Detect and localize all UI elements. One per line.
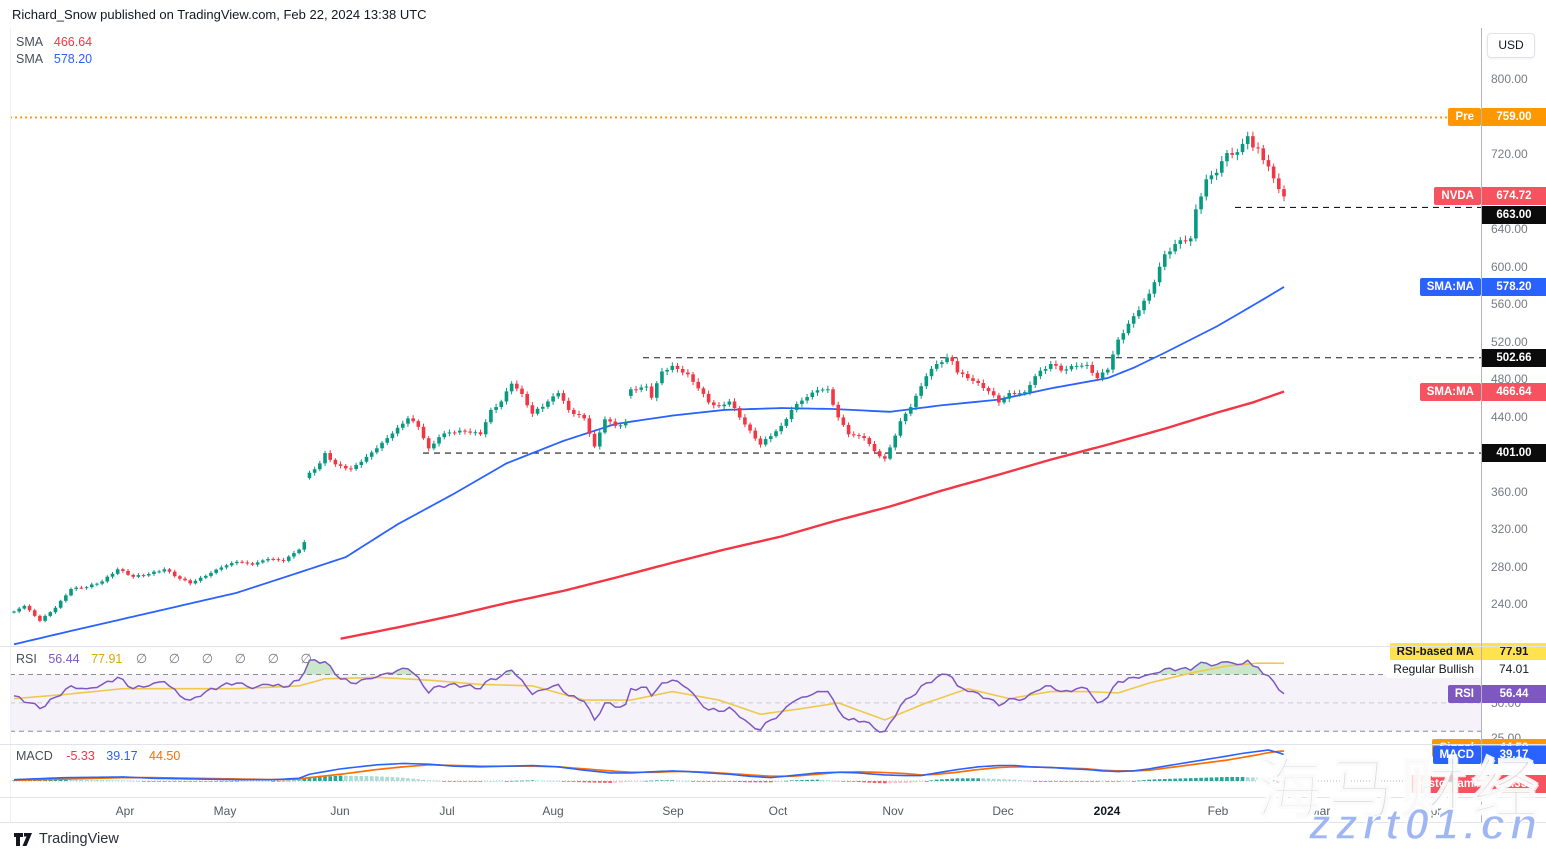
time-axis-label-dec[interactable]: Dec (992, 804, 1013, 818)
macd-signal-value: 44.50 (149, 749, 180, 763)
rsi-legend-label: RSI (16, 652, 37, 666)
axis-label-chip-sma-slow: SMA:MA (1420, 383, 1481, 401)
macd-hist-value: -5.33 (66, 749, 95, 763)
rsi-empty-values: ∅ ∅ ∅ ∅ ∅ ∅ (136, 651, 321, 666)
tradingview-brand-label: TradingView (39, 831, 119, 847)
time-axis-label-apr[interactable]: Apr (116, 804, 135, 818)
time-axis-label-oct[interactable]: Oct (769, 804, 788, 818)
price-tick: 520.00 (1491, 335, 1528, 349)
time-axis-label-nov[interactable]: Nov (882, 804, 903, 818)
axis-label-chip-divergence: Regular Bullish (1386, 660, 1481, 678)
sma-legend-row-1[interactable]: SMA 466.64 (16, 35, 92, 49)
sma-legend-value: 466.64 (54, 35, 92, 49)
time-axis-label-sep[interactable]: Sep (662, 804, 683, 818)
axis-label-chip-nvda: NVDA (1434, 187, 1481, 205)
price-tick: 320.00 (1491, 522, 1528, 536)
price-tick: 560.00 (1491, 297, 1528, 311)
axis-label-chip-rsi: RSI (1448, 685, 1481, 703)
publish-header: Richard_Snow published on TradingView.co… (12, 7, 427, 22)
axis-value-chip-level-401: 401.00 (1482, 444, 1546, 462)
sma-legend-value: 578.20 (54, 52, 92, 66)
axis-value-chip-nvda: 674.72 (1482, 187, 1546, 205)
sma-legend-label: SMA (16, 52, 42, 66)
axis-label-chip-sma-fast: SMA:MA (1420, 278, 1481, 296)
rsi-value: 56.44 (48, 652, 79, 666)
macd-legend-label: MACD (16, 749, 53, 763)
time-axis-label-may[interactable]: May (214, 804, 237, 818)
chart-canvas[interactable] (0, 0, 1546, 857)
pane-divider-rsi[interactable] (0, 646, 1546, 647)
time-axis-label-jul[interactable]: Jul (439, 804, 454, 818)
axis-value-chip-level-663: 663.00 (1482, 206, 1546, 224)
time-axis-label-2024[interactable]: 2024 (1094, 804, 1121, 818)
currency-button[interactable]: USD (1487, 33, 1535, 58)
axis-value-chip-sma-fast: 578.20 (1482, 278, 1546, 296)
watermark-url: zzrt01.cn (1309, 800, 1542, 850)
macd-legend-row[interactable]: MACD -5.33 39.17 44.50 (16, 749, 180, 763)
time-axis-label-feb[interactable]: Feb (1208, 804, 1229, 818)
rsi-ma-value: 77.91 (91, 652, 122, 666)
axis-value-chip-level-502: 502.66 (1482, 349, 1546, 367)
axis-label-chip-pre: Pre (1448, 108, 1481, 126)
tradingview-chart-page: Richard_Snow published on TradingView.co… (0, 0, 1546, 857)
price-tick: 280.00 (1491, 560, 1528, 574)
axis-value-chip-sma-slow: 466.64 (1482, 383, 1546, 401)
tradingview-brand-link[interactable]: TradingView (14, 831, 119, 847)
axis-value-chip-pre: 759.00 (1482, 108, 1546, 126)
price-tick: 360.00 (1491, 485, 1528, 499)
time-axis-label-jun[interactable]: Jun (330, 804, 349, 818)
plot-left-edge (10, 28, 11, 822)
price-tick: 800.00 (1491, 72, 1528, 86)
axis-value-chip-rsi: 56.44 (1482, 685, 1546, 703)
price-tick: 600.00 (1491, 260, 1528, 274)
price-tick: 240.00 (1491, 597, 1528, 611)
sma-legend-label: SMA (16, 35, 42, 49)
time-axis-label-aug[interactable]: Aug (542, 804, 563, 818)
axis-value-chip-divergence: 74.01 (1482, 660, 1546, 678)
tradingview-logo-icon (14, 832, 33, 847)
price-tick: 640.00 (1491, 222, 1528, 236)
macd-line-value: 39.17 (106, 749, 137, 763)
price-tick: 440.00 (1491, 410, 1528, 424)
rsi-legend-row[interactable]: RSI 56.44 77.91 ∅ ∅ ∅ ∅ ∅ ∅ (16, 651, 321, 667)
sma-legend-row-2[interactable]: SMA 578.20 (16, 52, 92, 66)
price-tick: 720.00 (1491, 147, 1528, 161)
